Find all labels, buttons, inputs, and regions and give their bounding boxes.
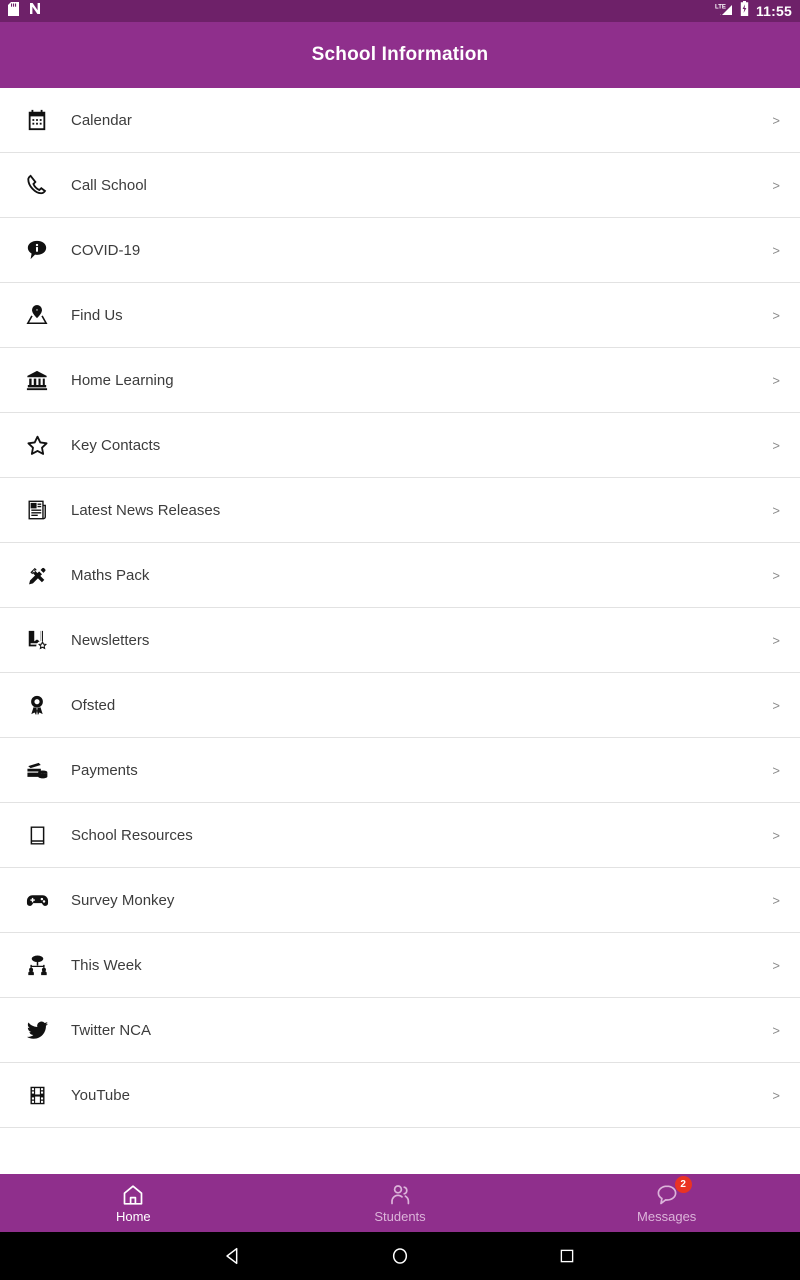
chevron-right-icon: > [772,697,780,713]
sd-card-icon [8,1,19,21]
list-item-label: Find Us [71,306,123,324]
recents-square-icon[interactable] [547,1236,587,1276]
back-triangle-icon[interactable] [213,1236,253,1276]
newspaper-icon [22,495,52,525]
list-item-label: Call School [71,176,147,194]
list-item-label: Payments [71,761,138,779]
chevron-right-icon: > [772,112,780,128]
status-bar: LTE 11:55 [0,0,800,22]
chevron-right-icon: > [772,1087,780,1103]
list-item-label: Latest News Releases [71,501,221,519]
chevron-right-icon: > [772,827,780,843]
nfc-n-icon [29,2,42,20]
chevron-right-icon: > [772,372,780,388]
nav-tab-label: Students [374,1209,426,1224]
list-item-maths-pack[interactable]: Maths Pack > [0,543,800,608]
chevron-right-icon: > [772,307,780,323]
status-bar-left-icons [8,1,42,21]
app-header: School Information [0,22,800,88]
chevron-right-icon: > [772,892,780,908]
chevron-right-icon: > [772,957,780,973]
list-item-label: Newsletters [71,631,150,649]
list-item-youtube[interactable]: YouTube > [0,1063,800,1128]
list-item-home-learning[interactable]: Home Learning > [0,348,800,413]
list-item-label: Key Contacts [71,436,161,454]
message-icon: 2 [655,1176,692,1208]
list-item-label: Ofsted [71,696,116,714]
list-item-label: Home Learning [71,371,174,389]
app-window: LTE 11:55 School Information Calendar > [0,0,800,1280]
award-rosette-icon [22,690,52,720]
nav-tab-students[interactable]: Students [267,1174,534,1232]
ruler-pencil-icon [22,560,52,590]
bottom-navigation: Home Students 2 Messages [0,1174,800,1232]
nav-tab-messages[interactable]: 2 Messages [533,1174,800,1232]
game-controller-icon [22,885,52,915]
battery-charging-icon [740,1,749,21]
film-strip-icon [22,1080,52,1110]
list-item-key-contacts[interactable]: Key Contacts > [0,413,800,478]
list-bottom-spacer [0,1128,800,1174]
school-information-list: Calendar > Call School > COVID-19 > Find… [0,88,800,1174]
list-item-ofsted[interactable]: Ofsted > [0,673,800,738]
chevron-right-icon: > [772,1022,780,1038]
svg-text:LTE: LTE [715,4,726,10]
people-group-icon [22,950,52,980]
list-item-label: Twitter NCA [71,1021,152,1039]
chevron-right-icon: > [772,177,780,193]
star-icon [22,430,52,460]
chevron-right-icon: > [772,762,780,778]
list-item-label: Survey Monkey [71,891,175,909]
list-item-label: School Resources [71,826,193,844]
list-item-calendar[interactable]: Calendar > [0,88,800,153]
credit-cards-icon [22,755,52,785]
list-item-covid-19[interactable]: COVID-19 > [0,218,800,283]
twitter-bird-icon [22,1015,52,1045]
nav-tab-label: Messages [637,1209,697,1224]
chevron-right-icon: > [772,242,780,258]
list-item-newsletters[interactable]: Newsletters > [0,608,800,673]
bank-building-icon [22,365,52,395]
list-item-label: Calendar [71,111,132,129]
list-item-school-resources[interactable]: School Resources > [0,803,800,868]
book-star-icon [22,625,52,655]
list-item-label: YouTube [71,1086,130,1104]
list-item-survey-monkey[interactable]: Survey Monkey > [0,868,800,933]
info-bubble-icon [22,235,52,265]
list-item-label: COVID-19 [71,241,141,259]
status-bar-right-icons: LTE 11:55 [715,1,792,21]
lte-signal-icon: LTE [715,2,733,21]
students-icon [388,1182,412,1208]
chevron-right-icon: > [772,567,780,583]
nav-tab-label: Home [115,1209,151,1224]
chevron-right-icon: > [772,632,780,648]
list-item-this-week[interactable]: This Week > [0,933,800,998]
home-circle-icon[interactable] [380,1236,420,1276]
book-icon [22,820,52,850]
list-item-label: This Week [71,956,142,974]
list-item-label: Maths Pack [71,566,150,584]
status-bar-clock: 11:55 [755,3,792,19]
phone-icon [22,170,52,200]
list-item-call-school[interactable]: Call School > [0,153,800,218]
chevron-right-icon: > [772,437,780,453]
list-item-payments[interactable]: Payments > [0,738,800,803]
list-item-twitter-nca[interactable]: Twitter NCA > [0,998,800,1063]
page-title: School Information [311,44,489,65]
calendar-icon [22,105,52,135]
nav-tab-home[interactable]: Home [0,1174,267,1232]
list-item-find-us[interactable]: Find Us > [0,283,800,348]
list-item-latest-news-releases[interactable]: Latest News Releases > [0,478,800,543]
home-icon [121,1182,145,1208]
status-badge: 2 [674,1176,692,1193]
android-system-nav [0,1232,800,1280]
map-pin-icon [22,300,52,330]
chevron-right-icon: > [772,502,780,518]
